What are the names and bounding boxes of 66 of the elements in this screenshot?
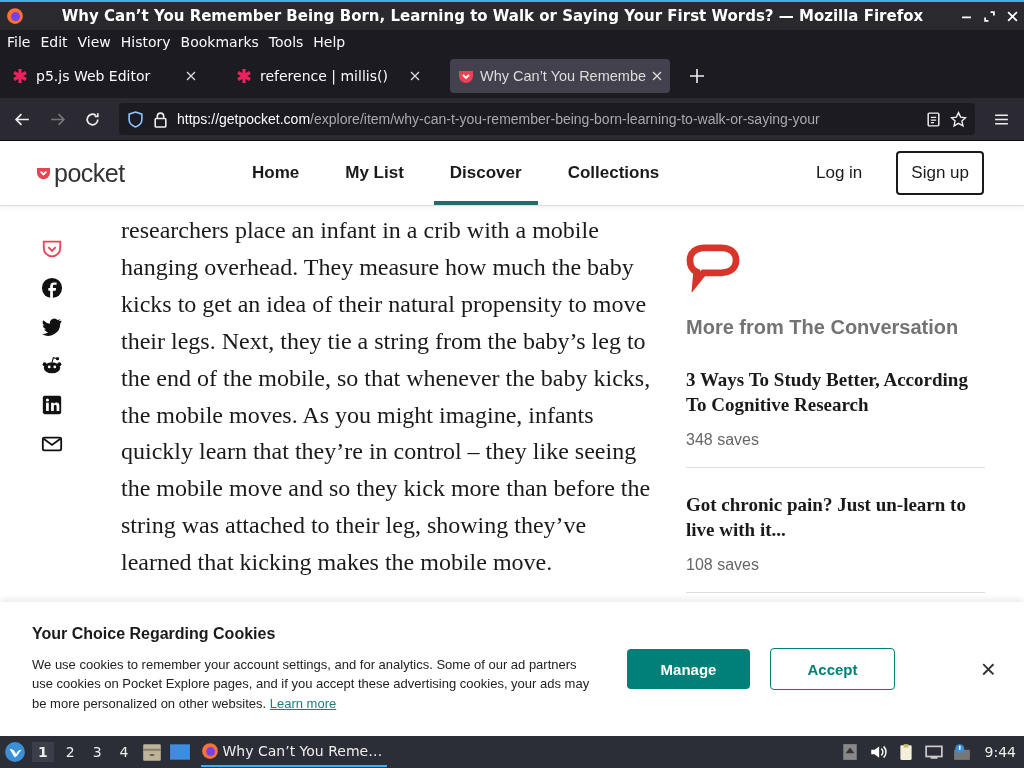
sidebar-heading: More from The Conversation <box>686 316 960 339</box>
facebook-icon[interactable] <box>40 277 63 299</box>
menu-item[interactable]: Help <box>308 34 351 50</box>
star-icon[interactable] <box>950 110 967 128</box>
firefox-icon <box>6 7 24 25</box>
browser-tab[interactable]: p5.js Web Editor <box>2 59 206 93</box>
cookie-text: We use cookies to remember your account settings, and for analytics. Some of our ad partners use cookies on Pocket Explore pages, and if you accept these advertising cookies, your ads may be more personalized on other websites. Learn more <box>32 655 591 713</box>
plus-icon[interactable] <box>690 69 704 83</box>
workspace-button[interactable]: 4 <box>113 742 135 762</box>
accept-button[interactable]: Accept <box>770 648 895 690</box>
reader-icon[interactable] <box>925 110 942 128</box>
saves-count: 348 saves <box>686 431 760 449</box>
logo-text[interactable]: pocket <box>54 158 125 188</box>
lock-icon <box>152 110 169 128</box>
shield-icon <box>127 110 144 128</box>
signup-button[interactable]: Sign up <box>896 151 984 195</box>
reload-icon[interactable] <box>84 110 101 128</box>
close-icon[interactable] <box>410 71 420 81</box>
cookie-title: Your Choice Regarding Cookies <box>32 624 277 643</box>
speaker-icon[interactable] <box>868 743 887 761</box>
saves-count: 108 saves <box>686 556 760 574</box>
bird-icon[interactable] <box>40 316 63 338</box>
network-icon[interactable] <box>924 743 943 761</box>
menu-item[interactable]: Edit <box>35 34 73 50</box>
asterisk-icon <box>236 68 252 84</box>
notification-icon[interactable] <box>952 743 971 761</box>
browser-tab[interactable]: reference | millis() <box>226 59 430 93</box>
close-icon[interactable] <box>186 71 196 81</box>
eject-icon[interactable] <box>840 743 859 761</box>
pocket-icon <box>458 68 474 84</box>
browser-tab[interactable]: Why Can’t You Remembe <box>450 59 670 93</box>
file-manager-icon[interactable] <box>140 741 163 763</box>
nav-link[interactable]: My List <box>329 141 420 205</box>
speech-bubble-logo <box>686 244 740 292</box>
menu-item[interactable]: Bookmarks <box>175 34 264 50</box>
menu-item[interactable]: Tools <box>263 34 309 50</box>
start-menu-icon[interactable] <box>4 741 26 763</box>
linkedin-icon[interactable] <box>40 394 63 416</box>
taskbar-window-button[interactable]: Why Can’t You Reme… <box>200 737 387 767</box>
close-icon[interactable] <box>652 71 663 81</box>
nav-link[interactable]: Home <box>236 141 316 205</box>
menu-item[interactable]: View <box>72 34 116 50</box>
menu-item[interactable]: File <box>2 34 36 50</box>
workspace-button[interactable]: 2 <box>59 742 81 762</box>
pocket-icon <box>36 165 51 181</box>
article-link[interactable]: Got chronic pain? Just un-learn to live with it... <box>686 492 985 542</box>
nav-link[interactable]: Collections <box>551 141 676 205</box>
desktop-icon[interactable] <box>168 741 191 763</box>
asterisk-icon <box>12 68 28 84</box>
clock: 9:44 <box>984 744 1016 760</box>
article-paragraph: researchers place an infant in a crib with a mobile hanging overhead. They measure how much the baby kicks to get an idea of their natural propensity to move their legs. Next, they tie a string from the baby’s leg to the end of the mobile, so that whenever the baby kicks, the mobile moves. As you might imagine, infants quickly learn that they’re in control – they like seeing the mobile move and so they kick more than before the string was attached to their leg, showing they’ve learned that kicking makes the mobile move. <box>121 216 652 578</box>
workspace-button[interactable]: 3 <box>86 742 108 762</box>
login-link[interactable]: Log in <box>816 163 863 183</box>
menu-item[interactable]: History <box>115 34 176 50</box>
manage-button[interactable]: Manage <box>627 649 750 689</box>
address-bar[interactable]: https://getpocket.com/explore/item/why-can-t-you-remember-being-born-learning-to-walk-or-saying-your <box>119 103 975 135</box>
firefox-icon <box>200 742 219 760</box>
window-title: Why Can’t You Remember Being Born, Learning to Walk or Saying Your First Words? — Mozilla Firefox <box>60 7 925 25</box>
maximize-icon[interactable] <box>984 10 995 22</box>
url-text: https://getpocket.com/explore/item/why-can-t-you-remember-being-born-learning-to-walk-or-saying-your <box>177 111 821 127</box>
pocket-icon[interactable] <box>40 238 63 260</box>
learn-more-link[interactable]: Learn more <box>269 695 337 711</box>
workspace-button[interactable]: 1 <box>32 742 54 762</box>
article-link[interactable]: 3 Ways To Study Better, According To Cognitive Research <box>686 367 985 417</box>
nav-link[interactable]: Discover <box>433 141 538 205</box>
close-button[interactable]: × <box>976 653 1000 685</box>
